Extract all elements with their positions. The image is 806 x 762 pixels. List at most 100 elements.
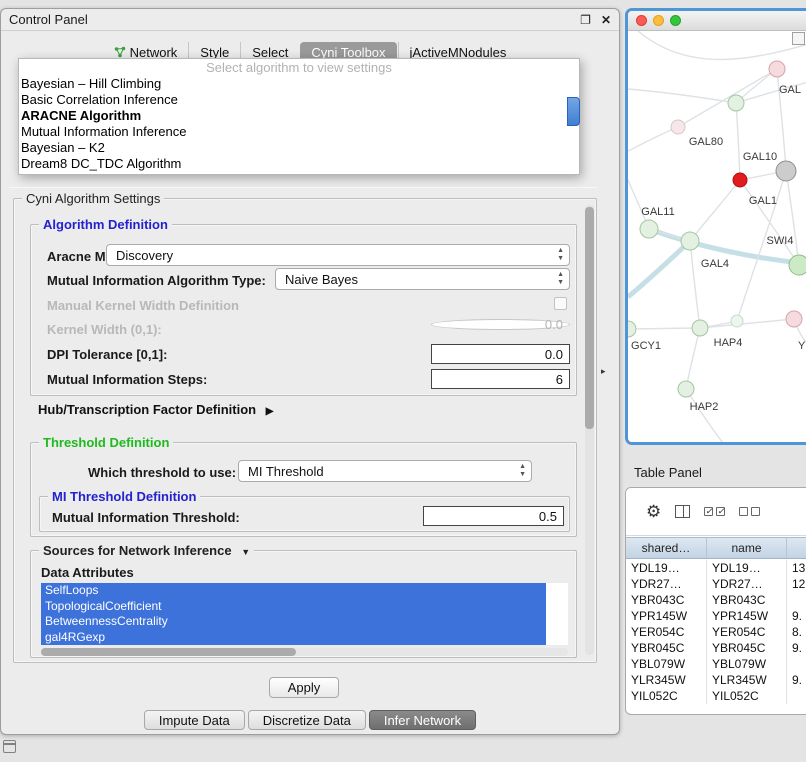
- select-all-icon[interactable]: [704, 507, 725, 516]
- network-edge: [690, 180, 740, 241]
- which-threshold-select[interactable]: MI Threshold: [238, 460, 532, 482]
- attributes-horizontal-scrollbar[interactable]: [41, 648, 568, 656]
- network-node[interactable]: [769, 61, 785, 77]
- mi-steps-field[interactable]: 6: [431, 369, 570, 389]
- bottom-tab-infer-network[interactable]: Infer Network: [369, 710, 476, 730]
- network-node-label: SWI4: [767, 235, 794, 247]
- table-row[interactable]: YBR045CYBR045C9.: [626, 640, 806, 656]
- kernel-width-field[interactable]: 0.0: [431, 319, 570, 330]
- scrollbar-thumb[interactable]: [585, 207, 594, 429]
- algorithm-option[interactable]: Bayesian – Hill Climbing: [19, 76, 579, 92]
- bottom-tab-discretize-data[interactable]: Discretize Data: [248, 710, 366, 730]
- network-node[interactable]: [671, 120, 685, 134]
- minimized-panel-icon[interactable]: [3, 740, 16, 753]
- attribute-item[interactable]: SelfLoops: [41, 583, 546, 599]
- table-column-header[interactable]: shared…: [626, 538, 707, 558]
- which-threshold-label: Which threshold to use:: [88, 465, 236, 480]
- manual-kernel-checkbox[interactable]: [554, 297, 567, 310]
- attribute-item[interactable]: TopologicalCoefficient: [41, 599, 546, 615]
- table-cell: 12: [787, 576, 806, 592]
- table-cell: 9.: [787, 608, 806, 624]
- minimize-button[interactable]: [653, 15, 664, 26]
- mi-threshold-label: Mutual Information Threshold:: [52, 510, 240, 525]
- manual-kernel-label: Manual Kernel Width Definition: [47, 298, 239, 313]
- combo-arrows-icon: [557, 247, 564, 263]
- table-row[interactable]: YBR043CYBR043C: [626, 592, 806, 608]
- table-cell: YIL052C: [707, 688, 787, 704]
- network-node-label: Y: [798, 340, 806, 352]
- apply-button[interactable]: Apply: [269, 677, 339, 698]
- table-row[interactable]: YLR345WYLR345W9.: [626, 672, 806, 688]
- aracne-mode-value: Discovery: [116, 248, 173, 263]
- algorithm-definition-group: Algorithm Definition Aracne Mode: Discov…: [30, 224, 577, 396]
- mi-type-select[interactable]: Naive Bayes: [275, 268, 570, 290]
- network-edge: [736, 103, 740, 180]
- table-row[interactable]: YDR27…YDR27…12: [626, 576, 806, 592]
- scrollbar-thumb[interactable]: [41, 648, 296, 656]
- table-row[interactable]: YBL079WYBL079W: [626, 656, 806, 672]
- bottom-tab-impute-data[interactable]: Impute Data: [144, 710, 245, 730]
- table-column-header[interactable]: name: [707, 538, 787, 558]
- table-column-header[interactable]: [787, 538, 806, 558]
- table-cell: 9.: [787, 672, 806, 688]
- network-canvas[interactable]: GALGAL80GAL10GAL1GAL11SWI4GAL4GCY1HAP4YH…: [628, 31, 806, 442]
- apply-button-label: Apply: [288, 680, 321, 695]
- hub-section-label: Hub/Transcription Factor Definition: [38, 402, 256, 417]
- gear-icon[interactable]: [646, 503, 661, 520]
- float-window-icon[interactable]: [580, 13, 591, 27]
- table-row[interactable]: YPR145WYPR145W9.: [626, 608, 806, 624]
- settings-vertical-scrollbar[interactable]: [585, 205, 594, 655]
- network-edge: [690, 241, 700, 328]
- zoom-button[interactable]: [670, 15, 681, 26]
- attribute-item[interactable]: BetweennessCentrality: [41, 614, 546, 630]
- columns-icon[interactable]: [675, 505, 690, 518]
- dpi-tolerance-label: DPI Tolerance [0,1]:: [47, 347, 167, 362]
- table-cell: YDR27…: [626, 576, 707, 592]
- algorithm-combobox-edge[interactable]: [567, 97, 580, 126]
- aracne-mode-select[interactable]: Discovery: [106, 244, 570, 266]
- table-row[interactable]: YER054CYER054C8.: [626, 624, 806, 640]
- network-node[interactable]: [789, 255, 806, 275]
- close-button[interactable]: [636, 15, 647, 26]
- algorithm-option[interactable]: Dream8 DC_TDC Algorithm: [19, 156, 579, 172]
- algorithm-option[interactable]: ARACNE Algorithm: [19, 108, 579, 124]
- network-titlebar[interactable]: [628, 11, 806, 31]
- algorithm-option[interactable]: Bayesian – K2: [19, 140, 579, 156]
- combo-arrows-icon: [519, 463, 526, 479]
- network-node[interactable]: [776, 161, 796, 181]
- sources-toggle[interactable]: Sources for Network Inference ▼: [39, 543, 254, 558]
- table-row[interactable]: YIL052CYIL052C: [626, 688, 806, 704]
- attributes-list: SelfLoopsTopologicalCoefficientBetweenne…: [41, 583, 568, 645]
- table-row[interactable]: YDL19…YDL19…13: [626, 560, 806, 576]
- network-node[interactable]: [733, 173, 747, 187]
- network-node[interactable]: [728, 95, 744, 111]
- table-cell: YLR345W: [707, 672, 787, 688]
- close-panel-icon[interactable]: [601, 13, 611, 27]
- mi-steps-label: Mutual Information Steps:: [47, 372, 207, 387]
- attribute-item[interactable]: gal4RGexp: [41, 630, 546, 646]
- mi-type-value: Naive Bayes: [285, 272, 358, 287]
- network-node[interactable]: [628, 321, 636, 337]
- table-cell: YLR345W: [626, 672, 707, 688]
- mi-threshold-field[interactable]: 0.5: [423, 506, 564, 526]
- deselect-all-icon[interactable]: [739, 507, 760, 516]
- algorithm-popup-options: Bayesian – Hill ClimbingBasic Correlatio…: [19, 76, 579, 172]
- chevron-right-icon: ▶: [266, 406, 274, 417]
- network-node[interactable]: [786, 311, 802, 327]
- dpi-tolerance-field[interactable]: 0.0: [431, 344, 570, 364]
- table-cell: 8.: [787, 624, 806, 640]
- algorithm-option[interactable]: Basic Correlation Inference: [19, 92, 579, 108]
- network-node[interactable]: [681, 232, 699, 250]
- network-corner-button[interactable]: [792, 32, 805, 45]
- network-node[interactable]: [678, 381, 694, 397]
- bottom-tab-label: Infer Network: [384, 713, 461, 728]
- table-cell: YER054C: [626, 624, 707, 640]
- splitter-arrow-icon[interactable]: ▸: [601, 366, 606, 377]
- hub-section-toggle[interactable]: Hub/Transcription Factor Definition ▶: [38, 402, 273, 417]
- network-node[interactable]: [692, 320, 708, 336]
- network-node[interactable]: [640, 220, 658, 238]
- threshold-definition-title: Threshold Definition: [39, 435, 173, 450]
- algorithm-option[interactable]: Mutual Information Inference: [19, 124, 579, 140]
- table-cell: YBR045C: [626, 640, 707, 656]
- network-node[interactable]: [731, 315, 743, 327]
